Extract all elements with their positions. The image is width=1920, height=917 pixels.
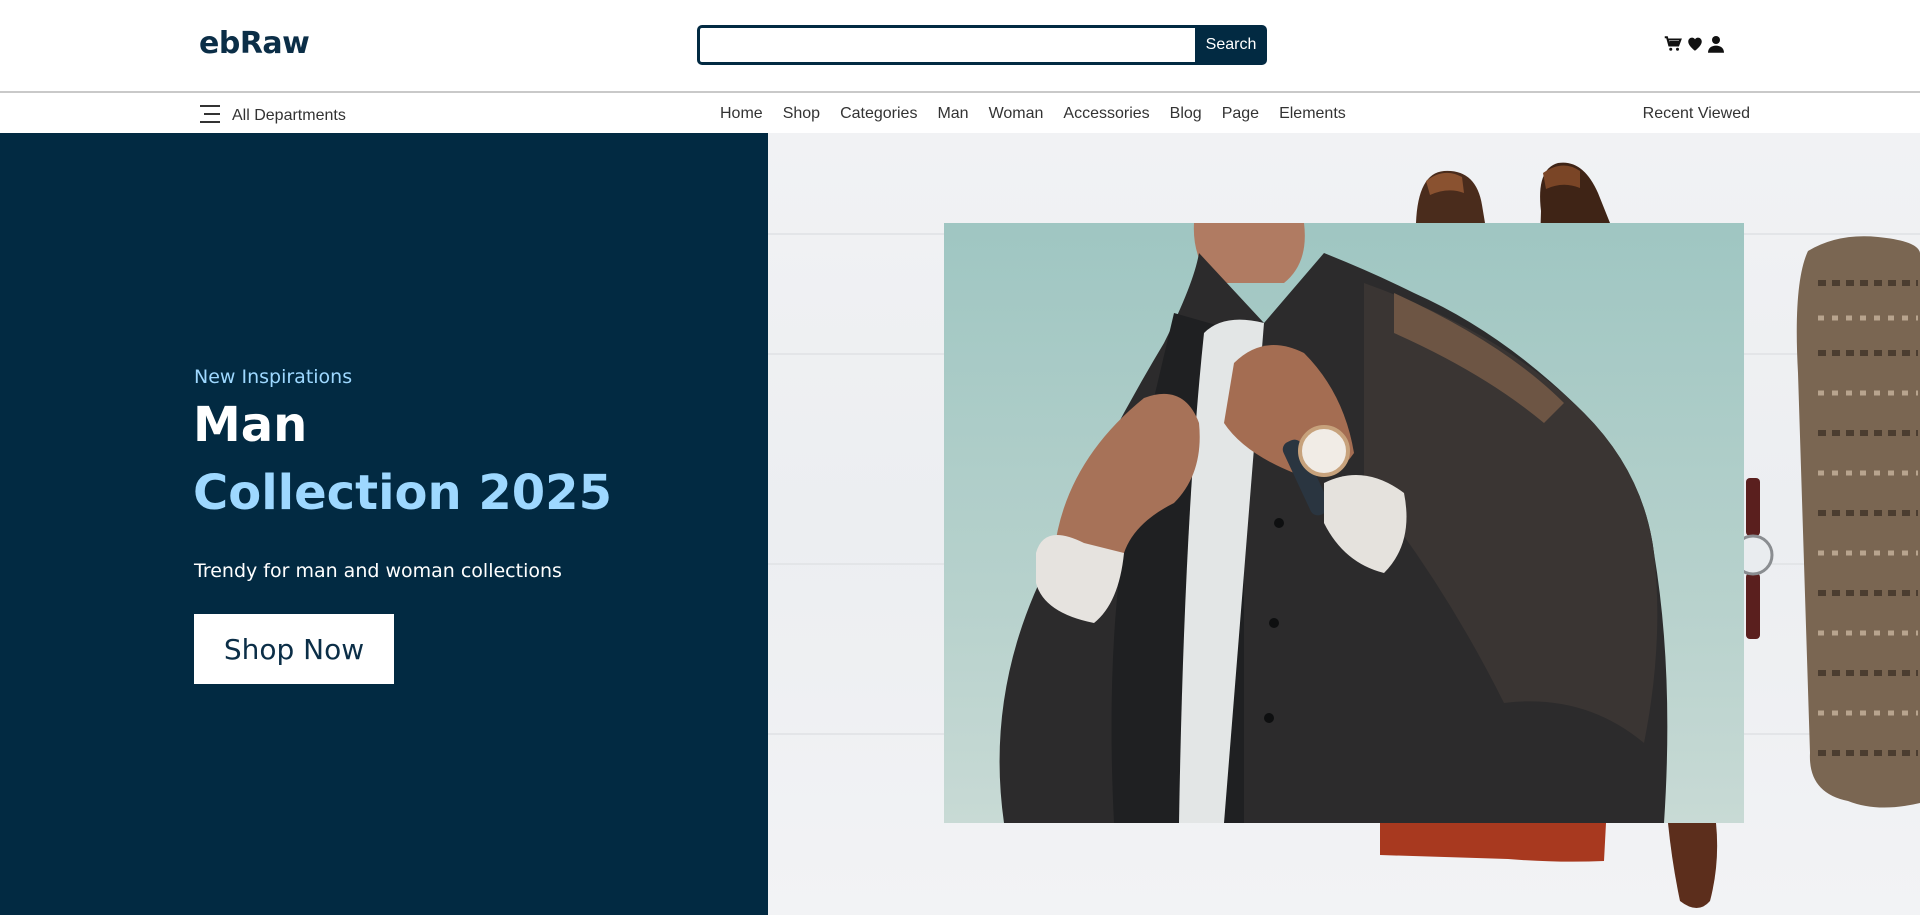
header-icons	[1664, 35, 1724, 53]
nav-item-page[interactable]: Page	[1222, 105, 1259, 123]
main-nav: All Departments Home Shop Categories Man…	[0, 94, 1920, 133]
hero-title-line2: Collection 2025	[193, 465, 612, 521]
user-icon[interactable]	[1708, 35, 1724, 53]
search-input[interactable]	[697, 25, 1195, 65]
hamburger-menu-icon	[200, 103, 222, 129]
hero-model-photo	[944, 223, 1744, 823]
heart-icon[interactable]	[1686, 35, 1704, 53]
nav-menu: Home Shop Categories Man Woman Accessori…	[720, 105, 1366, 123]
cart-icon[interactable]	[1664, 35, 1682, 53]
hero-image-panel	[768, 133, 1920, 915]
nav-item-elements[interactable]: Elements	[1279, 105, 1346, 123]
search-button[interactable]: Search	[1195, 25, 1267, 65]
nav-item-man[interactable]: Man	[937, 105, 968, 123]
site-logo[interactable]: ebRaw	[199, 26, 310, 61]
nav-item-categories[interactable]: Categories	[840, 105, 917, 123]
recent-viewed-link[interactable]: Recent Viewed	[1643, 105, 1750, 123]
hero-title-line1: Man	[193, 397, 308, 453]
shop-now-button[interactable]: Shop Now	[194, 614, 394, 684]
hero-kicker: New Inspirations	[194, 366, 353, 388]
nav-item-home[interactable]: Home	[720, 105, 763, 123]
all-departments-label: All Departments	[232, 107, 346, 124]
hero-subtitle: Trendy for man and woman collections	[194, 560, 562, 582]
nav-item-woman[interactable]: Woman	[989, 105, 1044, 123]
site-header: ebRaw Search	[0, 0, 1920, 93]
nav-item-blog[interactable]: Blog	[1170, 105, 1202, 123]
hero-text-panel: New Inspirations Man Collection 2025 Tre…	[0, 133, 768, 915]
hero-banner: New Inspirations Man Collection 2025 Tre…	[0, 133, 1920, 915]
nav-item-shop[interactable]: Shop	[783, 105, 820, 123]
all-departments-button[interactable]: All Departments	[200, 103, 346, 129]
search-bar: Search	[697, 25, 1267, 65]
nav-item-accessories[interactable]: Accessories	[1063, 105, 1149, 123]
